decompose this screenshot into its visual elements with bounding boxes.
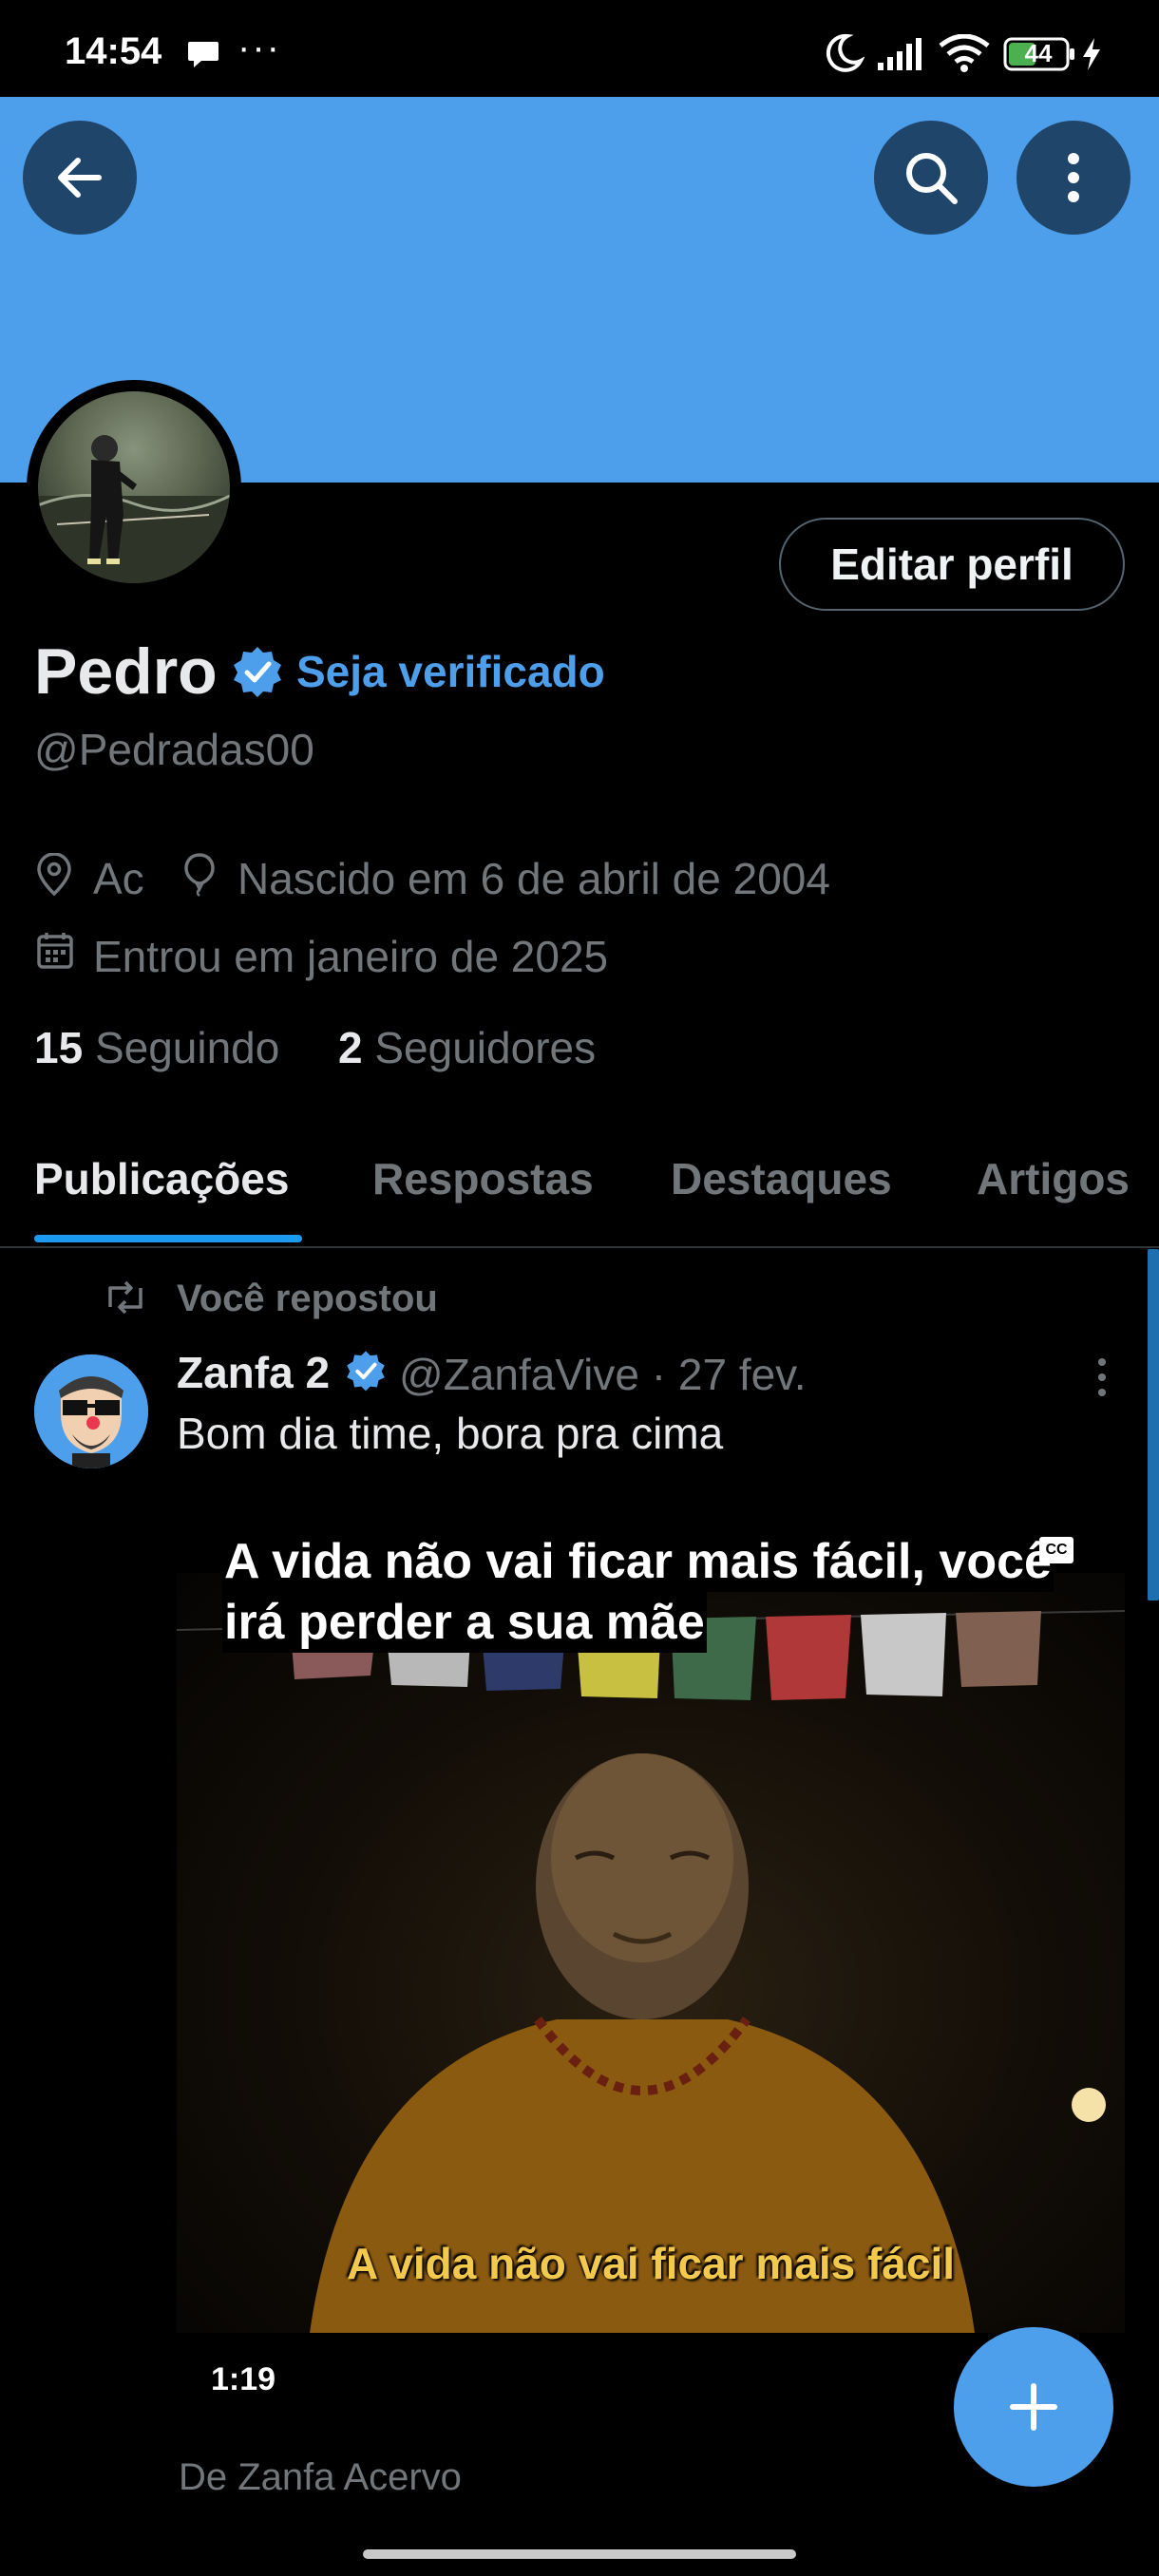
back-button[interactable]	[23, 121, 137, 235]
video-burned-subtitle: A vida não vai ficar mais fácil	[346, 2239, 956, 2288]
more-options-button[interactable]	[1016, 121, 1130, 235]
scrollbar[interactable]	[1148, 1249, 1159, 1601]
post-meta: @ZanfaVive · 27 fev.	[399, 1349, 807, 1400]
active-tab-indicator	[34, 1235, 302, 1242]
followers-label: Seguidores	[374, 1023, 597, 1072]
following-count: 15	[34, 1023, 84, 1072]
arrow-left-icon	[58, 158, 102, 198]
compose-button[interactable]	[954, 2327, 1113, 2487]
followers-link[interactable]: 2 Seguidores	[338, 1022, 596, 1073]
following-link[interactable]: 15 Seguindo	[34, 1022, 279, 1073]
more-vertical-icon	[1098, 1358, 1106, 1396]
video-caption-line-1: A vida não vai ficar mais fácil, você	[222, 1531, 1054, 1592]
profile-birthday: Nascido em 6 de abril de 2004	[238, 854, 830, 903]
followers-count: 2	[338, 1023, 363, 1072]
status-bar: 14:54 ··· 44	[0, 0, 1159, 97]
post-verified-badge-icon	[344, 1349, 388, 1397]
search-button[interactable]	[874, 121, 988, 235]
following-label: Seguindo	[94, 1023, 280, 1072]
status-time: 14:54	[65, 30, 162, 72]
chat-bubble-icon	[186, 38, 220, 75]
battery-level: 44	[1024, 39, 1053, 67]
post-separator: ·	[651, 1350, 667, 1399]
calendar-icon	[36, 931, 74, 975]
plus-icon	[1010, 2383, 1057, 2431]
charging-icon	[1081, 36, 1102, 77]
tab-artigos[interactable]: Artigos	[977, 1153, 1130, 1204]
get-verified-link[interactable]: Seja verificado	[296, 646, 605, 697]
tab-publicacoes[interactable]: Publicações	[34, 1153, 289, 1204]
tab-destaques[interactable]: Destaques	[671, 1153, 892, 1204]
tabs-divider	[0, 1246, 1159, 1248]
tab-respostas[interactable]: Respostas	[372, 1153, 594, 1204]
more-vertical-icon	[1068, 153, 1079, 202]
location-pin-icon	[34, 852, 74, 901]
video-caption-line-2: irá perder a sua mãe	[222, 1592, 707, 1653]
signal-icon	[876, 36, 927, 77]
verified-badge-icon[interactable]	[230, 644, 285, 704]
post-video[interactable]: A vida não vai ficar mais fácil A vida n…	[177, 1501, 1125, 2333]
post-author-handle[interactable]: @ZanfaVive	[399, 1350, 639, 1399]
post-author-avatar[interactable]	[34, 1354, 148, 1468]
closed-captions-button[interactable]: CC	[1039, 1537, 1074, 1563]
post-text: Bom dia time, bora pra cima	[177, 1409, 724, 1458]
profile-handle: @Pedradas00	[34, 725, 314, 774]
post-source-attribution[interactable]: De Zanfa Acervo	[179, 2456, 462, 2499]
avatar-photo	[38, 391, 230, 583]
edit-profile-button[interactable]: Editar perfil	[779, 518, 1125, 611]
wifi-icon	[939, 33, 990, 77]
moon-icon	[823, 32, 865, 79]
repost-icon	[103, 1279, 148, 1321]
profile-name: Pedro	[34, 635, 218, 708]
balloon-icon	[180, 851, 218, 901]
profile-location: Ac	[93, 854, 144, 903]
post-author-name[interactable]: Zanfa 2	[177, 1347, 330, 1398]
search-icon	[906, 153, 958, 204]
post-more-button[interactable]	[1092, 1356, 1112, 1403]
repost-label: Você repostou	[177, 1278, 438, 1319]
status-more-dots: ···	[238, 27, 281, 68]
video-duration: 1:19	[211, 2361, 276, 2397]
profile-joined: Entrou em janeiro de 2025	[93, 932, 609, 981]
video-frame: A vida não vai ficar mais fácil	[177, 1573, 1125, 2333]
post-date: 27 fev.	[677, 1350, 807, 1399]
profile-avatar[interactable]	[27, 380, 241, 595]
home-indicator[interactable]	[363, 2549, 796, 2559]
